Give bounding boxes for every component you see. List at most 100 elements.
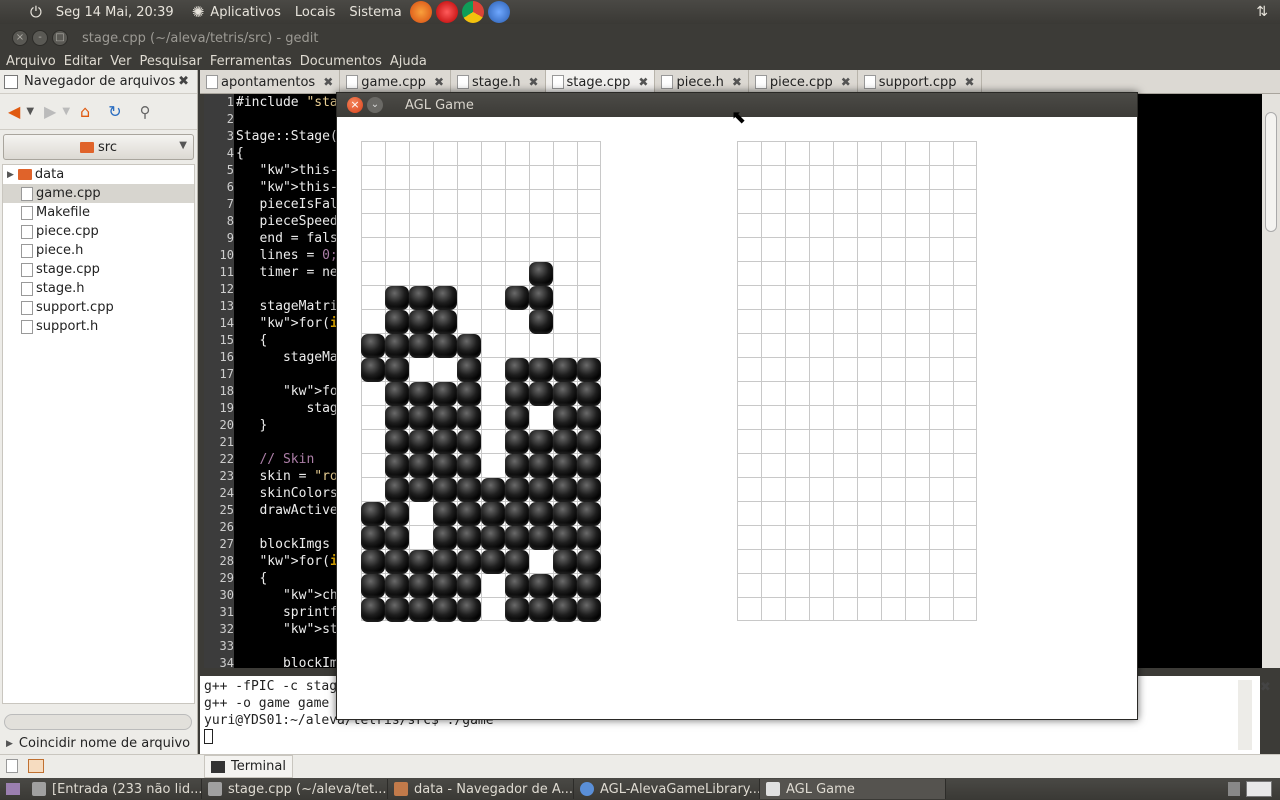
task-email[interactable]: [Entrada (233 não lid... [26, 779, 202, 799]
tetris-block [361, 502, 385, 526]
chrome-icon[interactable] [461, 1, 484, 23]
file-browser-small-icon[interactable] [28, 759, 44, 773]
close-bottom-pane-icon[interactable]: ✖ [1260, 680, 1271, 695]
file-icon [206, 75, 218, 89]
tab-stage-h[interactable]: stage.h ✖ [451, 70, 546, 94]
line-number: 12 [219, 282, 234, 296]
tetris-block [433, 286, 457, 310]
menu-sistema[interactable]: Sistema [349, 5, 401, 20]
menu-ferramentas[interactable]: Ferramentas [210, 54, 292, 69]
close-side-pane-icon[interactable]: ✖ [178, 74, 189, 89]
filter-row[interactable]: ▶ Coincidir nome de arquivo [6, 736, 190, 751]
task-file-browser[interactable]: data - Navegador de A... [388, 779, 574, 799]
folder-combo[interactable]: src ▼ [3, 134, 194, 160]
forward-dropdown-icon[interactable]: ▼ [62, 106, 70, 117]
menu-editar[interactable]: Editar [64, 54, 103, 69]
tab-stage-cpp[interactable]: stage.cpp ✖ [545, 70, 656, 94]
close-icon[interactable]: × [12, 30, 28, 46]
file-row-support-h[interactable]: support.h [3, 317, 194, 336]
task-agl-game[interactable]: AGL Game [760, 779, 946, 799]
menu-arquivo[interactable]: Arquivo [6, 54, 56, 69]
search-icon[interactable]: ⚲ [140, 103, 151, 121]
workspace-switcher[interactable] [1246, 781, 1272, 797]
tetris-block [433, 310, 457, 334]
opera-icon[interactable] [435, 1, 458, 23]
menu-ver[interactable]: Ver [110, 54, 131, 69]
tab-support-cpp[interactable]: support.cpp ✖ [858, 70, 982, 94]
power-icon[interactable]: ⏻ [30, 3, 42, 21]
tab-game-cpp[interactable]: game.cpp ✖ [340, 70, 451, 94]
minimize-icon[interactable]: - [32, 30, 48, 46]
tetris-block [433, 574, 457, 598]
tab-piece-cpp[interactable]: piece.cpp ✖ [749, 70, 858, 94]
line-number: 20 [219, 418, 234, 432]
close-icon[interactable]: × [347, 97, 363, 113]
back-icon[interactable]: ◀ [8, 102, 20, 121]
back-dropdown-icon[interactable]: ▼ [26, 106, 34, 117]
trash-icon[interactable] [1228, 782, 1240, 796]
file-row-data[interactable]: ▶ data [3, 165, 194, 184]
tetris-block [457, 502, 481, 526]
firefox-icon[interactable] [409, 1, 432, 23]
line-number: 4 [226, 146, 234, 160]
tetris-block [553, 598, 577, 622]
home-icon[interactable]: ⌂ [80, 102, 90, 121]
close-tab-icon[interactable]: ✖ [323, 75, 333, 89]
file-row-piece-h[interactable]: piece.h [3, 241, 194, 260]
tetris-block [433, 526, 457, 550]
editor-vscrollbar[interactable] [1262, 94, 1280, 668]
file-row-makefile[interactable]: Makefile [3, 203, 194, 222]
tetris-block [409, 286, 433, 310]
scroll-thumb[interactable] [1265, 112, 1277, 232]
file-row-piece-cpp[interactable]: piece.cpp [3, 222, 194, 241]
tetris-block [361, 526, 385, 550]
file-row-stage-h[interactable]: stage.h [3, 279, 194, 298]
close-tab-icon[interactable]: ✖ [434, 75, 444, 89]
tetris-block [553, 574, 577, 598]
tab-apontamentos[interactable]: apontamentos ✖ [200, 70, 341, 94]
minimize-icon[interactable]: ⌄ [367, 97, 383, 113]
terminal-tab[interactable]: Terminal [204, 755, 293, 778]
menu-ajuda[interactable]: Ajuda [390, 54, 427, 69]
terminal-icon [211, 760, 225, 773]
task-browser[interactable]: AGL-AlevaGameLibrary... [574, 779, 760, 799]
bottom-panel: [Entrada (233 não lid... stage.cpp (~/al… [0, 778, 1280, 800]
file-row-support-cpp[interactable]: support.cpp [3, 298, 194, 317]
menubar: Arquivo Editar Ver Pesquisar Ferramentas… [0, 52, 1280, 70]
menu-locais[interactable]: Locais [295, 5, 335, 20]
file-list: ▶ data game.cpp Makefile piece.cpp piece… [2, 164, 195, 704]
file-row-stage-cpp[interactable]: stage.cpp [3, 260, 194, 279]
close-tab-icon[interactable]: ✖ [732, 75, 742, 89]
close-tab-icon[interactable]: ✖ [841, 75, 851, 89]
agl-game-window[interactable]: × ⌄ AGL Game [336, 92, 1138, 720]
tetris-block [409, 574, 433, 598]
tab-piece-h[interactable]: piece.h ✖ [655, 70, 749, 94]
terminal-scrollbar[interactable] [1238, 680, 1252, 750]
ubuntu-logo-icon[interactable]: ✺ [192, 3, 205, 21]
chevron-down-icon: ▼ [179, 140, 187, 151]
close-tab-icon[interactable]: ✖ [528, 75, 538, 89]
datetime[interactable]: Seg 14 Mai, 20:39 [56, 5, 174, 20]
side-hscrollbar[interactable] [4, 714, 192, 730]
line-number: 31 [219, 605, 234, 619]
menu-aplicativos[interactable]: Aplicativos [210, 5, 281, 20]
expander-icon[interactable]: ▶ [6, 739, 13, 749]
close-tab-icon[interactable]: ✖ [964, 75, 974, 89]
tetris-block [457, 430, 481, 454]
line-number: 14 [219, 316, 234, 330]
expander-icon[interactable]: ▶ [7, 170, 14, 180]
line-number: 29 [219, 571, 234, 585]
close-tab-icon[interactable]: ✖ [638, 75, 648, 89]
network-icon[interactable]: ⇅ [1256, 4, 1268, 20]
show-desktop-icon[interactable] [6, 783, 20, 795]
maximize-icon[interactable]: □ [52, 30, 68, 46]
forward-icon[interactable]: ▶ [44, 102, 56, 121]
menu-documentos[interactable]: Documentos [300, 54, 382, 69]
refresh-icon[interactable]: ↻ [108, 102, 121, 121]
document-icon[interactable] [6, 759, 18, 773]
file-row-game-cpp[interactable]: game.cpp [3, 184, 194, 203]
task-gedit[interactable]: stage.cpp (~/aleva/tet... [202, 779, 388, 799]
menu-pesquisar[interactable]: Pesquisar [140, 54, 202, 69]
folder-icon [80, 141, 94, 153]
chromium-icon[interactable] [487, 1, 510, 23]
